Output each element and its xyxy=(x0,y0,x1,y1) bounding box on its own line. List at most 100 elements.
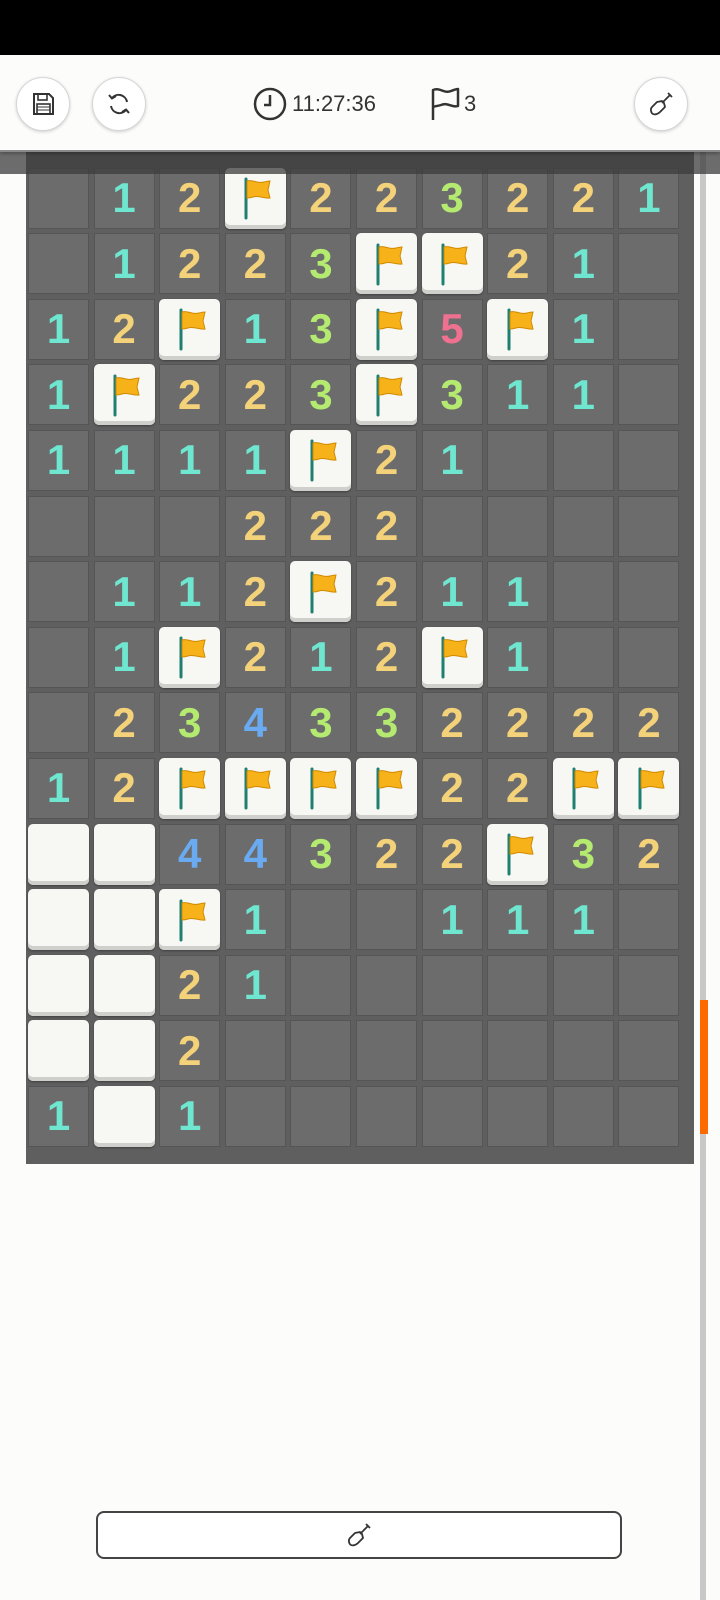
board-cell-number[interactable]: 1 xyxy=(421,561,483,623)
board-cell-flagged[interactable] xyxy=(487,823,549,885)
board-cell-number[interactable]: 1 xyxy=(552,364,614,426)
board-cell-flagged[interactable] xyxy=(421,233,483,295)
board-cell-closed[interactable] xyxy=(290,1085,352,1147)
board-cell-closed[interactable] xyxy=(552,429,614,491)
board-cell-number[interactable]: 2 xyxy=(552,167,614,229)
board-cell-closed[interactable] xyxy=(552,495,614,557)
dig-mode-button[interactable] xyxy=(634,77,688,131)
board-cell-flagged[interactable] xyxy=(290,757,352,819)
board-cell-closed[interactable] xyxy=(93,495,155,557)
board-cell-number[interactable]: 2 xyxy=(224,561,286,623)
board-cell-number[interactable]: 1 xyxy=(487,364,549,426)
board-cell-number[interactable]: 2 xyxy=(356,495,417,557)
board-cell-number[interactable]: 1 xyxy=(93,167,155,229)
board-cell-number[interactable]: 1 xyxy=(224,298,286,360)
board-cell-closed[interactable] xyxy=(618,233,680,295)
board-cell-number[interactable]: 2 xyxy=(93,298,155,360)
board-cell-closed[interactable] xyxy=(618,364,680,426)
board-cell-flagged[interactable] xyxy=(421,626,483,688)
board-cell-number[interactable]: 2 xyxy=(224,364,286,426)
board-cell-flagged[interactable] xyxy=(93,364,155,426)
board-cell-open[interactable] xyxy=(93,1020,155,1082)
board-cell-number[interactable]: 2 xyxy=(618,823,680,885)
board-cell-closed[interactable] xyxy=(487,429,549,491)
board-cell-closed[interactable] xyxy=(28,167,89,229)
board-cell-open[interactable] xyxy=(93,823,155,885)
board-cell-closed[interactable] xyxy=(290,889,352,951)
board-cell-number[interactable]: 1 xyxy=(618,167,680,229)
board-cell-open[interactable] xyxy=(93,1085,155,1147)
board-cell-number[interactable]: 2 xyxy=(487,692,549,754)
board-cell-closed[interactable] xyxy=(552,954,614,1016)
board-cell-number[interactable]: 1 xyxy=(487,626,549,688)
board-cell-closed[interactable] xyxy=(421,954,483,1016)
board-cell-number[interactable]: 1 xyxy=(93,429,155,491)
board-cell-number[interactable]: 1 xyxy=(224,429,286,491)
board-cell-number[interactable]: 5 xyxy=(421,298,483,360)
board-cell-number[interactable]: 1 xyxy=(28,757,89,819)
board-cell-closed[interactable] xyxy=(618,889,680,951)
board-cell-number[interactable]: 2 xyxy=(93,757,155,819)
board-cell-number[interactable]: 2 xyxy=(290,495,352,557)
board-cell-closed[interactable] xyxy=(224,1085,286,1147)
board-cell-flagged[interactable] xyxy=(159,889,221,951)
board-cell-closed[interactable] xyxy=(487,1020,549,1082)
board-cell-flagged[interactable] xyxy=(159,298,221,360)
board-cell-closed[interactable] xyxy=(618,495,680,557)
board-cell-number[interactable]: 2 xyxy=(356,626,417,688)
board-cell-number[interactable]: 2 xyxy=(159,233,221,295)
board-cell-number[interactable]: 3 xyxy=(290,692,352,754)
board-cell-number[interactable]: 3 xyxy=(421,167,483,229)
board-cell-number[interactable]: 2 xyxy=(159,954,221,1016)
board-cell-number[interactable]: 4 xyxy=(224,823,286,885)
dig-action-button[interactable] xyxy=(96,1511,622,1559)
board-cell-number[interactable]: 2 xyxy=(487,167,549,229)
board-cell-number[interactable]: 3 xyxy=(290,823,352,885)
board-cell-closed[interactable] xyxy=(618,429,680,491)
board-cell-closed[interactable] xyxy=(552,561,614,623)
board-cell-number[interactable]: 1 xyxy=(93,233,155,295)
board-cell-number[interactable]: 1 xyxy=(93,626,155,688)
board-cell-closed[interactable] xyxy=(552,1020,614,1082)
board-cell-closed[interactable] xyxy=(28,233,89,295)
board-cell-number[interactable]: 2 xyxy=(159,1020,221,1082)
board-cell-number[interactable]: 1 xyxy=(487,889,549,951)
board-cell-closed[interactable] xyxy=(618,298,680,360)
board-cell-number[interactable]: 1 xyxy=(159,1085,221,1147)
restart-button[interactable] xyxy=(92,77,146,131)
scrollbar-thumb[interactable] xyxy=(700,1000,708,1134)
board-cell-number[interactable]: 4 xyxy=(224,692,286,754)
board-cell-number[interactable]: 1 xyxy=(552,233,614,295)
board-cell-closed[interactable] xyxy=(618,954,680,1016)
board-cell-number[interactable]: 1 xyxy=(224,889,286,951)
board-cell-number[interactable]: 1 xyxy=(28,429,89,491)
board-cell-number[interactable]: 2 xyxy=(159,167,221,229)
board-cell-number[interactable]: 3 xyxy=(421,364,483,426)
board-cell-number[interactable]: 3 xyxy=(552,823,614,885)
board-cell-number[interactable]: 1 xyxy=(290,626,352,688)
board-cell-number[interactable]: 2 xyxy=(552,692,614,754)
board-cell-number[interactable]: 2 xyxy=(356,823,417,885)
board-cell-number[interactable]: 1 xyxy=(28,298,89,360)
board-cell-closed[interactable] xyxy=(224,1020,286,1082)
save-button[interactable] xyxy=(16,77,70,131)
board-cell-open[interactable] xyxy=(93,954,155,1016)
board-cell-number[interactable]: 2 xyxy=(487,757,549,819)
board-cell-number[interactable]: 2 xyxy=(224,495,286,557)
board-cell-closed[interactable] xyxy=(290,954,352,1016)
board-cell-closed[interactable] xyxy=(28,495,89,557)
board-cell-number[interactable]: 2 xyxy=(290,167,352,229)
board-cell-number[interactable]: 1 xyxy=(487,561,549,623)
board-cell-flagged[interactable] xyxy=(487,298,549,360)
board-cell-flagged[interactable] xyxy=(552,757,614,819)
board-cell-number[interactable]: 2 xyxy=(487,233,549,295)
board-cell-closed[interactable] xyxy=(552,626,614,688)
board-cell-flagged[interactable] xyxy=(224,167,286,229)
board-cell-number[interactable]: 1 xyxy=(552,298,614,360)
board-cell-number[interactable]: 2 xyxy=(421,757,483,819)
board-cell-number[interactable]: 1 xyxy=(421,429,483,491)
board-cell-flagged[interactable] xyxy=(290,429,352,491)
board-cell-closed[interactable] xyxy=(487,495,549,557)
minesweeper-board[interactable]: 1222322112232112135112233111111212221122… xyxy=(26,150,694,1164)
board-cell-number[interactable]: 1 xyxy=(552,889,614,951)
